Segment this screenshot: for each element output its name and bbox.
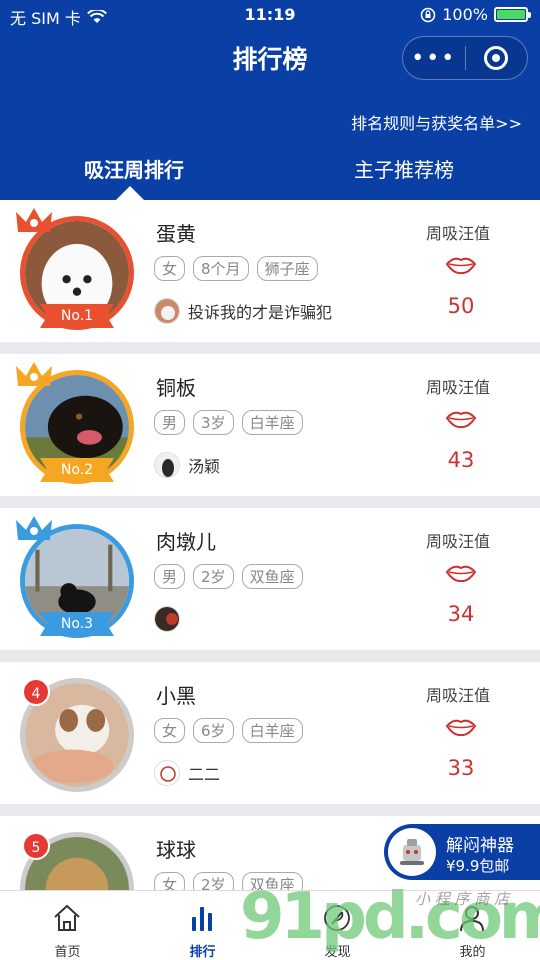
promo-price: ¥9.9包邮 bbox=[446, 857, 510, 875]
owner-avatar bbox=[154, 760, 180, 786]
pet-name: 铜板 bbox=[156, 376, 196, 400]
zodiac-tag: 狮子座 bbox=[256, 256, 318, 281]
score-value: 50 bbox=[447, 294, 475, 318]
zodiac-tag: 双鱼座 bbox=[241, 564, 303, 589]
owner-avatar bbox=[154, 452, 180, 478]
promo-title: 解闷神器 bbox=[446, 836, 514, 856]
pet-name: 蛋黄 bbox=[156, 222, 196, 246]
rank-card[interactable]: No.1 蛋黄 女 8个月 狮子座 投诉我的才是诈骗犯 周吸汪值 50 bbox=[0, 200, 540, 342]
tabbar-item-mine[interactable]: 我的 bbox=[405, 891, 540, 960]
active-tab-indicator bbox=[116, 186, 144, 200]
lips-icon[interactable] bbox=[446, 564, 476, 582]
more-button[interactable]: ••• bbox=[403, 46, 465, 71]
tabbar-label: 首页 bbox=[54, 945, 81, 960]
age-tag: 3岁 bbox=[193, 410, 234, 435]
rank-badge: 5 bbox=[22, 832, 50, 860]
owner-name: 二二 bbox=[188, 765, 221, 784]
home-icon bbox=[54, 904, 80, 931]
owner-avatar bbox=[154, 606, 180, 632]
gender-tag: 女 bbox=[154, 718, 186, 743]
rank-label: No.3 bbox=[40, 612, 114, 636]
battery-icon bbox=[494, 7, 531, 22]
ranking-rules-link[interactable]: 排名规则与获奖名单>> bbox=[351, 110, 522, 134]
lips-icon[interactable] bbox=[446, 256, 476, 274]
user-icon bbox=[460, 906, 484, 932]
header: 无 SIM 卡 11:19 100% 排行榜 ••• 排名规则与获奖名单>> 吸… bbox=[0, 0, 540, 200]
gender-tag: 男 bbox=[154, 410, 186, 435]
score-label: 周吸汪值 bbox=[426, 532, 491, 551]
pet-name: 肉墩儿 bbox=[156, 530, 216, 554]
tab-owner-recommend[interactable]: 主子推荐榜 bbox=[354, 154, 454, 183]
lips-icon[interactable] bbox=[446, 718, 476, 736]
tabbar-label: 我的 bbox=[459, 945, 486, 960]
target-icon bbox=[484, 46, 509, 70]
rank-card[interactable]: No.3 肉墩儿 男 2岁 双鱼座 周吸汪值 34 bbox=[0, 508, 540, 650]
crown-icon bbox=[16, 362, 52, 386]
status-bar: 无 SIM 卡 11:19 100% bbox=[0, 0, 540, 32]
zodiac-tag: 白羊座 bbox=[241, 410, 303, 435]
pet-name: 小黑 bbox=[156, 684, 196, 708]
pet-name: 球球 bbox=[156, 838, 196, 862]
battery-percent: 100% bbox=[442, 5, 488, 24]
crown-icon bbox=[16, 208, 52, 232]
tabbar-label: 排行 bbox=[189, 945, 216, 960]
toy-icon bbox=[388, 828, 436, 876]
owner-name: 汤颖 bbox=[188, 457, 221, 476]
score-value: 34 bbox=[447, 602, 475, 626]
zodiac-tag: 白羊座 bbox=[241, 718, 303, 743]
rank-label: No.1 bbox=[40, 304, 114, 328]
age-tag: 6岁 bbox=[193, 718, 234, 743]
feather-icon bbox=[324, 905, 350, 931]
gender-tag: 女 bbox=[154, 256, 186, 281]
score-value: 43 bbox=[447, 448, 475, 472]
mini-program-capsule: ••• bbox=[402, 36, 528, 80]
promo-float-button[interactable]: 解闷神器 ¥9.9包邮 bbox=[384, 824, 540, 880]
age-tag: 8个月 bbox=[193, 256, 249, 281]
tabbar-item-discover[interactable]: 发现 bbox=[270, 891, 405, 960]
tabbar-label: 发现 bbox=[324, 945, 351, 960]
owner-avatar bbox=[154, 298, 180, 324]
age-tag: 2岁 bbox=[193, 564, 234, 589]
owner-name: 投诉我的才是诈骗犯 bbox=[188, 303, 333, 322]
rank-card[interactable]: 4 小黑 女 6岁 白羊座 二二 周吸汪值 33 bbox=[0, 662, 540, 804]
rank-card[interactable]: No.2 铜板 男 3岁 白羊座 汤颖 周吸汪值 43 bbox=[0, 354, 540, 496]
tabbar-item-home[interactable]: 首页 bbox=[0, 891, 135, 960]
crown-icon bbox=[16, 516, 52, 540]
bar-chart-icon bbox=[192, 907, 212, 931]
rank-label: No.2 bbox=[40, 458, 114, 482]
score-label: 周吸汪值 bbox=[426, 224, 491, 243]
bottom-tab-bar: 首页 排行 发现 我的 bbox=[0, 890, 540, 960]
rotation-lock-icon bbox=[420, 7, 436, 22]
tabbar-item-ranking[interactable]: 排行 bbox=[135, 891, 270, 960]
lips-icon[interactable] bbox=[446, 410, 476, 428]
rank-badge: 4 bbox=[22, 678, 50, 706]
score-label: 周吸汪值 bbox=[426, 686, 491, 705]
tab-weekly-ranking[interactable]: 吸汪周排行 bbox=[84, 154, 184, 183]
score-label: 周吸汪值 bbox=[426, 378, 491, 397]
gender-tag: 男 bbox=[154, 564, 186, 589]
close-mini-program-button[interactable] bbox=[465, 46, 527, 70]
score-value: 33 bbox=[447, 756, 475, 780]
